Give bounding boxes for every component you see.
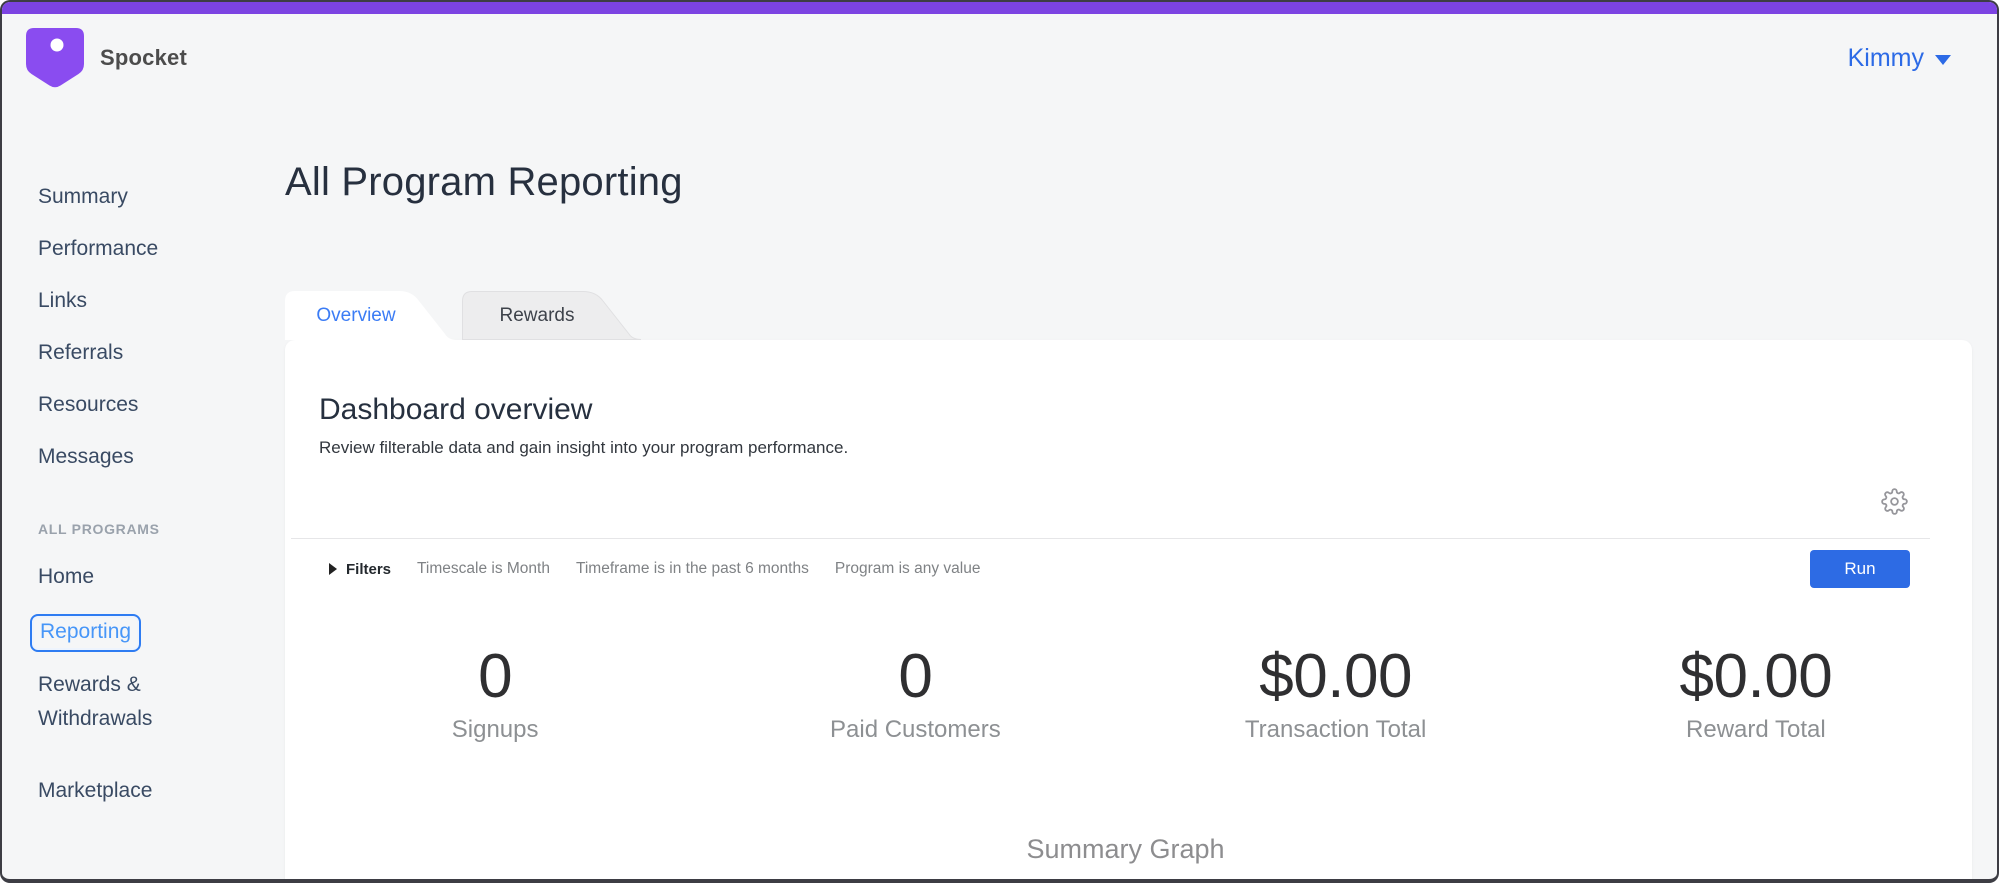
stat-reward-total-value: $0.00 [1679, 642, 1833, 711]
stat-paid-customers-value: 0 [898, 642, 933, 711]
chevron-down-icon [1935, 55, 1951, 65]
user-name[interactable]: Kimmy [1848, 44, 1924, 73]
sidebar-item-reporting[interactable]: Reporting [30, 614, 220, 652]
sidebar-item-home[interactable]: Home [38, 562, 220, 592]
tab-rewards[interactable]: Rewards [462, 290, 642, 340]
stat-signups-value: 0 [478, 642, 513, 711]
main-content: All Program Reporting Overview Rewards D… [234, 102, 1997, 879]
tab-rewards-label[interactable]: Rewards [462, 290, 612, 342]
filter-timescale[interactable]: Timescale is Month [417, 560, 550, 578]
sidebar-item-reporting-label[interactable]: Reporting [30, 614, 142, 652]
stat-paid-customers: 0 Paid Customers [705, 645, 1125, 745]
filter-timeframe[interactable]: Timeframe is in the past 6 months [576, 560, 809, 578]
sidebar-item-performance[interactable]: Performance [38, 234, 220, 264]
sidebar-section-all-programs: ALL PROGRAMS [38, 521, 160, 537]
filter-divider [291, 538, 1930, 539]
filter-bar: Filters Timescale is Month Timeframe is … [319, 549, 1930, 589]
stats-row: 0 Signups 0 Paid Customers $0.00 Transac… [285, 645, 1966, 745]
dashboard-title: Dashboard overview [319, 393, 593, 426]
dashboard-header: Dashboard overview Review filterable dat… [319, 392, 848, 459]
filter-program[interactable]: Program is any value [835, 560, 981, 578]
stat-signups: 0 Signups [285, 645, 705, 745]
stat-paid-customers-label: Paid Customers [830, 716, 1001, 743]
filters-toggle[interactable]: Filters [346, 561, 391, 578]
brand-name: Spocket [100, 45, 187, 70]
sidebar-item-messages[interactable]: Messages [38, 442, 220, 472]
spocket-logo-icon [24, 26, 86, 90]
expand-filters-icon[interactable] [329, 563, 337, 575]
sidebar-item-resources[interactable]: Resources [38, 390, 220, 420]
stat-transaction-total-label: Transaction Total [1244, 716, 1427, 743]
tab-bar: Overview Rewards [285, 290, 642, 340]
sidebar-item-marketplace[interactable]: Marketplace [38, 776, 220, 806]
sidebar-item-rewards-withdrawals[interactable]: Rewards & Withdrawals [38, 668, 220, 736]
dashboard-card: Dashboard overview Review filterable dat… [285, 340, 1972, 879]
sidebar: Summary Performance Links Referrals Reso… [2, 102, 234, 877]
dashboard-subtitle: Review filterable data and gain insight … [319, 438, 849, 457]
page-title: All Program Reporting [285, 160, 683, 204]
tab-overview-label[interactable]: Overview [285, 290, 427, 342]
stat-transaction-total-value: $0.00 [1259, 642, 1412, 711]
sidebar-item-referrals[interactable]: Referrals [38, 338, 220, 368]
app-header: Spocket Kimmy [2, 14, 1997, 102]
stat-transaction-total: $0.00 Transaction Total [1126, 645, 1546, 745]
stat-reward-total: $0.00 Reward Total [1546, 645, 1966, 745]
run-button[interactable]: Run [1810, 550, 1910, 588]
top-accent-bar [2, 2, 1997, 14]
body-row: Summary Performance Links Referrals Reso… [2, 102, 1997, 879]
sidebar-item-links[interactable]: Links [38, 286, 220, 316]
user-menu[interactable]: Kimmy [1848, 44, 1951, 73]
sidebar-item-summary[interactable]: Summary [38, 182, 220, 212]
app-window: Spocket Kimmy Summary Performance Links … [0, 0, 1999, 883]
stat-reward-total-label: Reward Total [1686, 716, 1826, 743]
summary-graph-title: Summary Graph [1026, 834, 1225, 864]
gear-icon[interactable] [1881, 488, 1908, 520]
tab-overview[interactable]: Overview [285, 290, 457, 340]
stat-signups-label: Signups [451, 716, 539, 743]
